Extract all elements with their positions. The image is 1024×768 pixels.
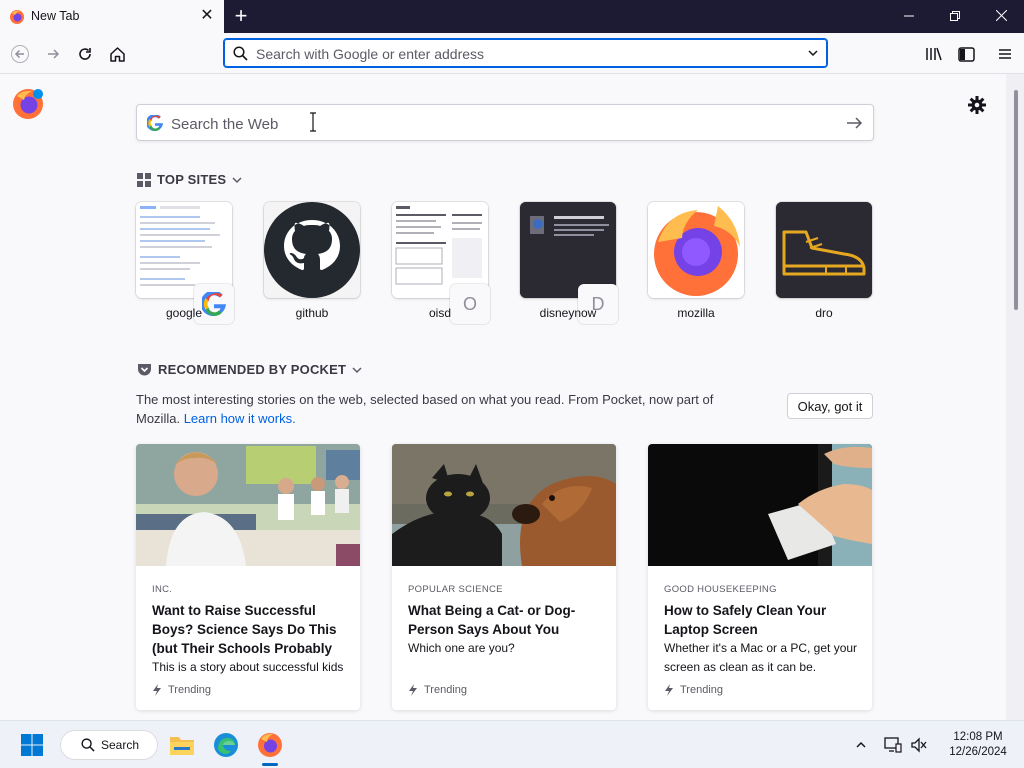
lightning-icon — [665, 684, 673, 696]
top-sites-heading[interactable]: TOP SITES — [137, 172, 242, 187]
system-clock[interactable]: 12:08 PM 12/26/2024 — [938, 730, 1018, 760]
tab-new-tab[interactable]: New Tab ✕ — [0, 0, 224, 33]
title-bar: New Tab ✕ + — [0, 0, 1024, 33]
text-cursor-icon — [310, 112, 316, 132]
chevron-down-icon — [232, 176, 242, 183]
top-sites-label: TOP SITES — [157, 172, 227, 187]
trending-label: Trending — [424, 684, 468, 696]
tab-title: New Tab — [31, 9, 80, 23]
card-title: What Being a Cat- or Dog-Person Says Abo… — [408, 603, 576, 637]
gear-icon[interactable] — [966, 94, 988, 116]
sidebar-icon[interactable] — [953, 41, 979, 67]
firefox-taskbar-icon[interactable] — [254, 729, 286, 761]
card-image-laptop-screen — [648, 444, 872, 566]
card-trending: Trending — [152, 684, 211, 696]
card-excerpt: This is a story about successful kids — [152, 660, 344, 674]
github-logo-icon — [264, 202, 360, 298]
menu-icon[interactable] — [992, 41, 1018, 67]
card-excerpt: Whether it's a Mac or a PC, get your scr… — [664, 641, 858, 674]
reload-icon[interactable] — [72, 41, 98, 67]
site-name: dro — [815, 306, 833, 320]
card-title: How to Safely Clean Your Laptop Screen — [664, 603, 827, 637]
back-arrow-icon[interactable] — [7, 41, 33, 67]
card-trending: Trending — [408, 684, 467, 696]
volume-icon[interactable] — [904, 729, 934, 761]
window-close-icon[interactable] — [978, 0, 1024, 33]
grid-icon — [137, 172, 151, 187]
plus-icon[interactable]: + — [231, 5, 251, 27]
card-trending: Trending — [664, 684, 723, 696]
card-image-cat-dog — [392, 444, 616, 566]
chevron-up-icon[interactable] — [846, 729, 876, 761]
web-search-input[interactable] — [171, 114, 771, 134]
card-source: INC. — [152, 584, 173, 595]
clock-time: 12:08 PM — [953, 731, 1003, 743]
okay-got-it-button[interactable]: Okay, got it — [787, 393, 873, 419]
chevron-down-icon — [352, 366, 362, 373]
card-source: GOOD HOUSEKEEPING — [664, 584, 777, 595]
top-site-oisd[interactable]: O oisd — [392, 202, 490, 324]
minimize-icon[interactable] — [886, 0, 932, 33]
card-title: Want to Raise Successful Boys? Science S… — [152, 603, 337, 656]
top-site-mozilla[interactable]: mozilla — [648, 202, 744, 322]
top-site-google[interactable]: google — [136, 202, 234, 324]
lightning-icon — [409, 684, 417, 696]
scrollbar-thumb[interactable] — [1014, 90, 1018, 310]
site-name: github — [295, 306, 329, 320]
site-name: disneynow — [539, 306, 597, 320]
shoe-logo-icon — [776, 202, 872, 298]
google-g-icon — [147, 115, 163, 131]
library-icon[interactable] — [921, 41, 947, 67]
site-name: oisd — [428, 306, 451, 320]
edge-icon[interactable] — [210, 729, 242, 761]
search-icon — [81, 738, 95, 752]
taskbar-search[interactable]: Search — [60, 730, 158, 760]
card-source: POPULAR SCIENCE — [408, 584, 503, 595]
firefox-logo-icon — [13, 89, 43, 119]
top-site-github[interactable]: github — [264, 202, 360, 322]
pocket-description: The most interesting stories on the web,… — [136, 390, 756, 428]
trending-label: Trending — [680, 684, 724, 696]
firefox-logo-icon — [648, 202, 744, 298]
site-name: mozilla — [677, 306, 715, 320]
pocket-icon — [138, 363, 151, 375]
home-icon[interactable] — [104, 41, 130, 67]
pocket-heading[interactable]: RECOMMENDED BY POCKET — [137, 362, 362, 377]
lightning-icon — [153, 684, 161, 696]
active-app-indicator — [262, 763, 278, 766]
pocket-label: RECOMMENDED BY POCKET — [158, 362, 347, 377]
pocket-card[interactable]: POPULAR SCIENCE What Being a Cat- or Dog… — [392, 444, 616, 710]
firefox-icon — [10, 10, 24, 24]
nav-bar — [0, 33, 1024, 74]
new-tab-page: TOP SITES — [0, 74, 1006, 720]
search-icon — [233, 46, 248, 61]
top-site-disneynow[interactable]: D disneynow — [520, 202, 618, 324]
taskbar-search-label: Search — [101, 738, 140, 752]
pocket-card[interactable]: GOOD HOUSEKEEPING How to Safely Clean Yo… — [648, 444, 872, 710]
top-site-dro[interactable]: dro — [776, 202, 872, 322]
pocket-card[interactable]: INC. Want to Raise Successful Boys? Scie… — [136, 444, 360, 710]
address-bar[interactable] — [223, 38, 828, 68]
learn-how-link[interactable]: Learn how it works. — [184, 411, 296, 426]
arrow-right-icon[interactable] — [845, 114, 863, 132]
address-input[interactable] — [256, 45, 796, 63]
windows-start-icon[interactable] — [16, 729, 48, 761]
card-excerpt: Which one are you? — [408, 641, 515, 655]
forward-arrow-icon[interactable] — [40, 41, 66, 67]
trending-label: Trending — [168, 684, 212, 696]
taskbar: Search 12:08 PM 12/26/2024 — [0, 720, 1024, 768]
chevron-down-icon[interactable] — [807, 47, 819, 59]
card-image-classroom — [136, 444, 360, 566]
clock-date: 12/26/2024 — [949, 746, 1007, 758]
maximize-icon[interactable] — [932, 0, 978, 33]
site-name: google — [165, 306, 203, 320]
file-explorer-icon[interactable] — [166, 729, 198, 761]
web-search-box[interactable] — [136, 104, 874, 141]
close-icon[interactable]: ✕ — [198, 7, 216, 25]
